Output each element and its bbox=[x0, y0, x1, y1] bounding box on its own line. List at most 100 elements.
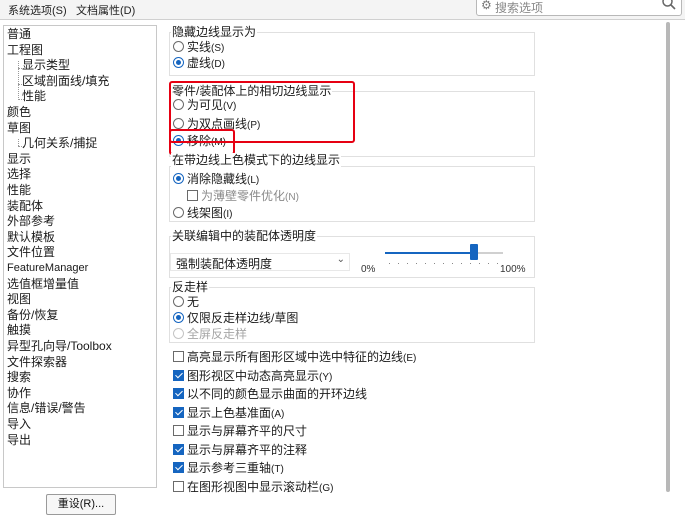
checkbox-label-wrap: 显示上色基准面(A) bbox=[187, 406, 284, 422]
checkbox[interactable] bbox=[173, 480, 184, 492]
checkbox-key: (A) bbox=[271, 408, 285, 420]
tree-line bbox=[18, 139, 19, 146]
radio-aa-fullscreen-label: 全屏反走样 bbox=[187, 327, 248, 341]
slider-ticks bbox=[385, 262, 503, 265]
sidebar-item[interactable]: 异型孔向导/Toolbox bbox=[7, 339, 112, 354]
checkbox[interactable] bbox=[173, 425, 184, 436]
search-icon[interactable] bbox=[661, 0, 677, 11]
slider-fill bbox=[385, 252, 474, 254]
checkbox-label: 高亮显示所有图形区域中选中特征的边线 bbox=[187, 350, 404, 364]
checkbox-label-wrap: 显示参考三重轴(T) bbox=[187, 461, 284, 477]
sidebar-item[interactable]: 视图 bbox=[7, 292, 31, 307]
radio-hlr-key: (L) bbox=[247, 175, 260, 186]
checkbox-label: 显示参考三重轴 bbox=[187, 461, 272, 475]
checkbox-label: 在图形视图中显示滚动栏 bbox=[187, 479, 320, 494]
scrollbar[interactable] bbox=[666, 22, 670, 492]
sidebar-item[interactable]: FeatureManager bbox=[7, 261, 88, 276]
slider-max-label: 100% bbox=[500, 264, 526, 275]
checkbox-label-wrap: 显示与屏幕齐平的尺寸 bbox=[187, 424, 307, 440]
slider-thumb[interactable] bbox=[469, 244, 478, 260]
shaded-edges-title: 在带边线上色模式下的边线显示 bbox=[171, 153, 342, 167]
sidebar-item[interactable]: 触摸 bbox=[7, 323, 31, 338]
sidebar-item[interactable]: 协作 bbox=[7, 386, 31, 401]
sidebar-item[interactable]: 导入 bbox=[7, 417, 31, 432]
sidebar-item[interactable]: 显示 bbox=[7, 152, 31, 167]
hidden-edges-title: 隐藏边线显示为 bbox=[171, 25, 258, 39]
sidebar-item[interactable]: 性能 bbox=[7, 183, 31, 198]
checkbox-thin-wall-box[interactable] bbox=[187, 190, 198, 201]
checkbox-label: 以不同的颜色显示曲面的开环边线 bbox=[187, 387, 368, 401]
transparency-dropdown[interactable]: 强制装配体透明度 ⌄ bbox=[170, 253, 350, 271]
radio-dashed-key: (D) bbox=[211, 59, 225, 70]
checkbox-thin-wall-label: 为薄壁零件优化 bbox=[201, 189, 286, 203]
sidebar-item[interactable]: 几何关系/捕捉 bbox=[22, 136, 97, 151]
transparency-slider[interactable] bbox=[385, 244, 503, 260]
checkbox-label-wrap: 在图形视图中显示滚动栏(G) bbox=[187, 480, 333, 496]
gear-icon: ⚙ bbox=[481, 0, 492, 12]
checkbox-label-wrap: 以不同的颜色显示曲面的开环边线 bbox=[187, 387, 367, 403]
radio-wireframe-label: 线架图 bbox=[187, 206, 224, 220]
sidebar-item[interactable]: 文件探索器 bbox=[7, 355, 67, 370]
radio-aa-none-label: 无 bbox=[187, 295, 200, 309]
sidebar-item[interactable]: 颜色 bbox=[7, 105, 31, 120]
checkbox-key: (E) bbox=[403, 353, 417, 364]
highlight-removed-option bbox=[169, 129, 235, 155]
checkbox[interactable] bbox=[173, 406, 184, 418]
checkbox[interactable] bbox=[173, 369, 184, 381]
radio-hlr-indicator[interactable] bbox=[173, 173, 184, 184]
sidebar-item[interactable]: 文件位置 bbox=[7, 245, 55, 260]
top-bar: 系统选项(S) 文档属性(D) ⚙ 搜索选项 bbox=[0, 0, 685, 20]
checkbox[interactable] bbox=[173, 351, 184, 362]
radio-solid-indicator[interactable] bbox=[173, 41, 184, 52]
search-placeholder[interactable]: 搜索选项 bbox=[495, 0, 543, 16]
sidebar-item[interactable]: 性能 bbox=[22, 89, 46, 104]
sidebar-item[interactable]: 工程图 bbox=[7, 43, 43, 58]
sidebar-item[interactable]: 草图 bbox=[7, 121, 31, 136]
sidebar-item[interactable]: 导出 bbox=[7, 433, 31, 448]
sidebar-item[interactable]: 默认模板 bbox=[7, 230, 55, 245]
sidebar-item[interactable]: 显示类型 bbox=[22, 58, 70, 73]
checkbox-label-wrap: 图形视区中动态高亮显示(Y) bbox=[187, 369, 332, 385]
chevron-down-icon: ⌄ bbox=[336, 254, 345, 265]
sidebar-item[interactable]: 普通 bbox=[7, 27, 31, 42]
radio-aa-fullscreen-indicator[interactable] bbox=[173, 328, 184, 339]
sidebar-item[interactable]: 搜索 bbox=[7, 370, 31, 385]
checkbox-label-wrap: 高亮显示所有图形区域中选中特征的边线(E) bbox=[187, 350, 416, 366]
checkbox[interactable] bbox=[173, 388, 184, 399]
radio-solid-key: (S) bbox=[211, 43, 225, 54]
sidebar-item[interactable]: 备份/恢复 bbox=[7, 308, 58, 323]
radio-solid-label: 实线 bbox=[187, 40, 212, 54]
tree-line bbox=[18, 61, 19, 100]
checkbox-key: (T) bbox=[271, 464, 284, 475]
checkbox-label: 显示上色基准面 bbox=[187, 405, 272, 420]
sidebar-item[interactable]: 外部参考 bbox=[7, 214, 55, 229]
sidebar-item[interactable]: 选值框增量值 bbox=[7, 277, 79, 292]
checkbox-label: 显示与屏幕齐平的尺寸 bbox=[187, 424, 308, 438]
radio-aa-edges-indicator[interactable] bbox=[173, 312, 184, 323]
radio-wireframe-key: (I) bbox=[223, 209, 233, 220]
radio-dashed-label: 虚线 bbox=[187, 56, 212, 70]
sidebar-item[interactable]: 装配体 bbox=[7, 199, 43, 214]
checkbox-label-wrap: 显示与屏幕齐平的注释 bbox=[187, 443, 307, 459]
radio-wireframe-indicator[interactable] bbox=[173, 207, 184, 218]
transparency-dropdown-value: 强制装配体透明度 bbox=[176, 257, 273, 271]
search-box[interactable]: ⚙ 搜索选项 bbox=[476, 0, 682, 16]
checkbox-label: 显示与屏幕齐平的注释 bbox=[187, 442, 308, 457]
radio-aa-edges-label: 仅限反走样边线/草图 bbox=[187, 311, 299, 325]
tab-document-properties[interactable]: 文档属性(D) bbox=[76, 2, 135, 18]
tab-system-options[interactable]: 系统选项(S) bbox=[8, 2, 67, 18]
reset-button[interactable]: 重设(R)... bbox=[46, 494, 116, 515]
radio-dashed-indicator[interactable] bbox=[173, 57, 184, 68]
checkbox-key: (G) bbox=[319, 482, 334, 494]
checkbox[interactable] bbox=[173, 443, 184, 455]
sidebar-item[interactable]: 区域剖面线/填充 bbox=[22, 74, 109, 89]
radio-hlr-label: 消除隐藏线 bbox=[187, 172, 248, 186]
checkbox[interactable] bbox=[173, 462, 184, 473]
slider-min-label: 0% bbox=[361, 264, 376, 275]
antialias-title: 反走样 bbox=[171, 280, 210, 294]
checkbox-thin-wall-key: (N) bbox=[285, 192, 299, 203]
radio-aa-none-indicator[interactable] bbox=[173, 296, 184, 307]
sidebar-item[interactable]: 信息/错误/警告 bbox=[7, 401, 86, 416]
checkbox-key: (Y) bbox=[319, 371, 333, 383]
sidebar-item[interactable]: 选择 bbox=[7, 167, 31, 182]
